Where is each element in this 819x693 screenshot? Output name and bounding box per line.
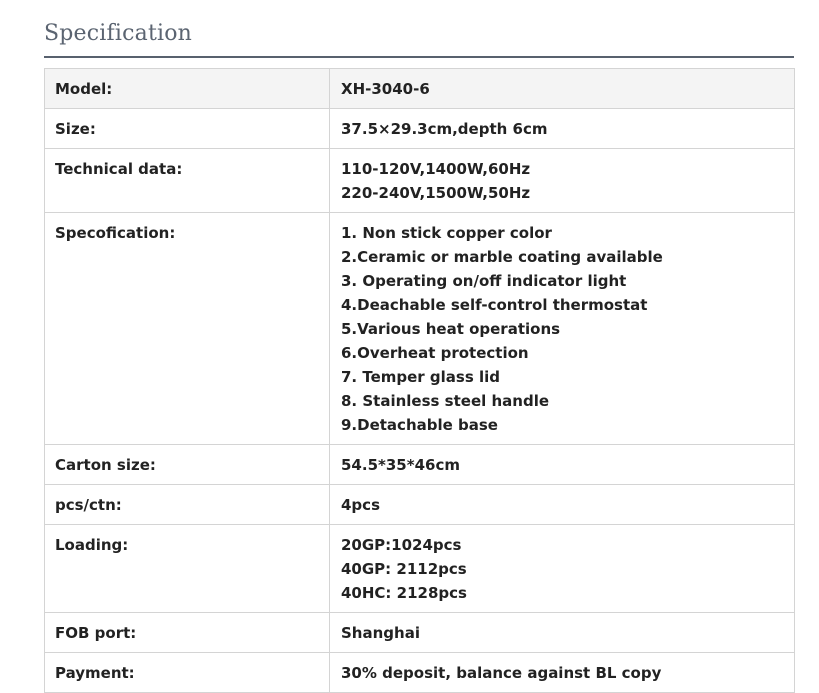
- feature-line: 1. Non stick copper color: [341, 224, 552, 242]
- row-value: 1. Non stick copper color 2.Ceramic or m…: [329, 212, 795, 445]
- row-value: 37.5×29.3cm,depth 6cm: [329, 108, 795, 149]
- row-label: Loading:: [44, 524, 330, 613]
- row-value: 4pcs: [329, 484, 795, 525]
- heading-divider: [44, 56, 794, 58]
- row-label: Model:: [44, 68, 330, 109]
- table-row-loading: Loading: 20GP:1024pcs 40GP: 2112pcs 40HC…: [44, 524, 795, 613]
- row-label: Technical data:: [44, 148, 330, 213]
- row-value: 20GP:1024pcs 40GP: 2112pcs 40HC: 2128pcs: [329, 524, 795, 613]
- row-label: Payment:: [44, 652, 330, 693]
- feature-line: 7. Temper glass lid: [341, 368, 501, 386]
- row-label: pcs/ctn:: [44, 484, 330, 525]
- table-row-carton-size: Carton size: 54.5*35*46cm: [44, 444, 795, 485]
- table-row-technical-data: Technical data: 110-120V,1400W,60Hz 220-…: [44, 148, 795, 213]
- feature-line: 2.Ceramic or marble coating available: [341, 248, 663, 266]
- value-line: 40HC: 2128pcs: [341, 584, 467, 602]
- value-line: 40GP: 2112pcs: [341, 560, 467, 578]
- table-row-pcs-ctn: pcs/ctn: 4pcs: [44, 484, 795, 525]
- row-value: 54.5*35*46cm: [329, 444, 795, 485]
- row-label: Specofication:: [44, 212, 330, 445]
- table-row-fob-port: FOB port: Shanghai: [44, 612, 795, 653]
- row-value: 30% deposit, balance against BL copy: [329, 652, 795, 693]
- row-label: Carton size:: [44, 444, 330, 485]
- table-row-payment: Payment: 30% deposit, balance against BL…: [44, 652, 795, 693]
- feature-line: 4.Deachable self-control thermostat: [341, 296, 648, 314]
- row-value: Shanghai: [329, 612, 795, 653]
- table-row-model: Model: XH-3040-6: [44, 68, 795, 109]
- row-label: Size:: [44, 108, 330, 149]
- value-line: 20GP:1024pcs: [341, 536, 462, 554]
- row-value: 110-120V,1400W,60Hz 220-240V,1500W,50Hz: [329, 148, 795, 213]
- value-line: 220-240V,1500W,50Hz: [341, 184, 531, 202]
- feature-line: 8. Stainless steel handle: [341, 392, 550, 410]
- section-heading: Specification: [44, 21, 193, 46]
- table-row-size: Size: 37.5×29.3cm,depth 6cm: [44, 108, 795, 149]
- specification-table: Model: XH-3040-6 Size: 37.5×29.3cm,depth…: [44, 68, 795, 693]
- feature-line: 6.Overheat protection: [341, 344, 529, 362]
- value-line: 110-120V,1400W,60Hz: [341, 160, 531, 178]
- feature-line: 9.Detachable base: [341, 416, 498, 434]
- feature-line: 3. Operating on/off indicator light: [341, 272, 627, 290]
- row-value: XH-3040-6: [329, 68, 795, 109]
- row-label: FOB port:: [44, 612, 330, 653]
- feature-line: 5.Various heat operations: [341, 320, 561, 338]
- table-row-specofication: Specofication: 1. Non stick copper color…: [44, 212, 795, 445]
